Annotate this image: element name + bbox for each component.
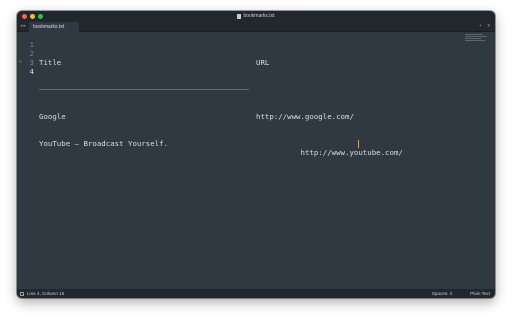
window-title: bookmarks.txt <box>243 13 275 19</box>
status-right: Spaces: 4 Plain Text <box>432 289 490 298</box>
bookmark-url-text: http://www.youtube.com/ <box>300 148 403 157</box>
window-title-group: bookmarks.txt <box>237 11 275 21</box>
line-number-current: 4 <box>29 67 34 76</box>
syntax-mode[interactable]: Plain Text <box>470 289 490 298</box>
bookmark-url: http://www.google.com/ <box>256 112 354 121</box>
code-line[interactable] <box>39 85 455 94</box>
line-number: 1 <box>29 40 34 49</box>
minimize-icon[interactable] <box>30 14 35 19</box>
column-header-title: Title <box>39 58 62 67</box>
bookmark-title: Google <box>39 112 66 121</box>
minimap-line <box>465 40 485 41</box>
panel-toggle-icon[interactable] <box>20 291 24 296</box>
minimap-line <box>465 34 483 35</box>
text-cursor <box>358 139 359 148</box>
minimap-line <box>465 36 487 37</box>
line-number-gutter: 1 2 3 4 <box>17 40 37 76</box>
editor-window: bookmarks.txt ◂▸ bookmarks.txt + ▾ 1 2 3… <box>17 11 495 298</box>
tab-overflow-controls[interactable]: + ▾ <box>479 22 492 31</box>
tab-label: bookmarks.txt <box>33 24 65 30</box>
minimap[interactable] <box>465 34 487 44</box>
status-left: Line 4, Column 15 <box>20 289 64 298</box>
title-bar: bookmarks.txt <box>17 11 495 21</box>
file-icon <box>237 13 242 19</box>
line-number: 3 <box>29 58 34 67</box>
bookmark-title: YouTube – Broadcast Yourself. <box>39 139 169 148</box>
cursor-position: Line 4, Column 15 <box>27 291 65 296</box>
code-line[interactable]: Google http://www.google.com/ <box>39 112 455 121</box>
code-text[interactable]: Title URL Google http://www.google.com/ … <box>39 40 455 166</box>
close-icon[interactable] <box>22 14 27 19</box>
minimap-line <box>465 38 481 39</box>
tab-bookmarks[interactable]: bookmarks.txt <box>29 22 79 32</box>
window-controls <box>22 14 43 19</box>
bookmark-url: http://www.youtube.com/ <box>256 139 403 166</box>
zoom-icon[interactable] <box>38 14 43 19</box>
code-line-current[interactable]: YouTube – Broadcast Yourself. http://www… <box>39 139 455 157</box>
column-header-url: URL <box>256 58 270 67</box>
indentation-setting[interactable]: Spaces: 4 <box>432 289 452 298</box>
separator-rule <box>39 89 249 90</box>
editor-area[interactable]: 1 2 3 4 Title URL Google http://www.goog… <box>17 32 495 289</box>
tab-nav-arrows-icon[interactable]: ◂▸ <box>20 22 27 31</box>
tab-bar: ◂▸ bookmarks.txt + ▾ <box>17 21 495 32</box>
line-number: 2 <box>29 49 34 58</box>
status-bar: Line 4, Column 15 Spaces: 4 Plain Text <box>17 289 495 298</box>
code-line[interactable]: Title URL <box>39 58 455 67</box>
